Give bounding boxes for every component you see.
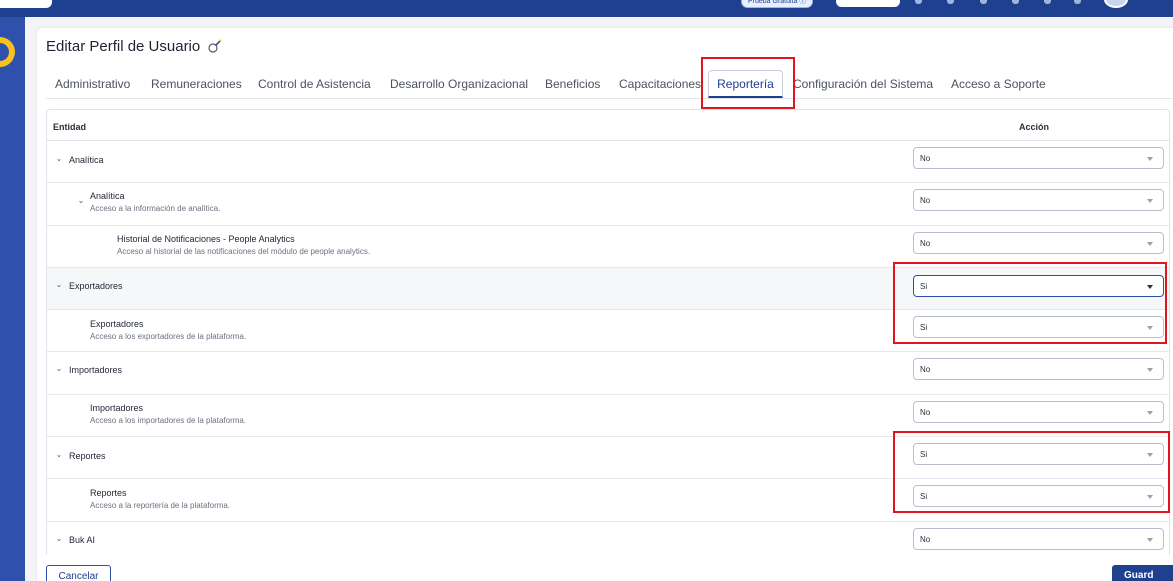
tab-reporteria[interactable]: Reportería xyxy=(708,70,783,98)
entity-description: Acceso al historial de las notificacione… xyxy=(117,247,371,256)
access-select[interactable]: Si xyxy=(913,316,1164,338)
access-select[interactable]: Si xyxy=(913,443,1164,465)
chat-icon[interactable] xyxy=(1012,0,1019,4)
chevron-down-icon[interactable]: ⌄ xyxy=(77,197,85,205)
access-select[interactable]: Si xyxy=(913,485,1164,507)
chevron-down-icon[interactable]: ⌄ xyxy=(55,451,63,459)
settings-icon[interactable] xyxy=(1074,0,1081,4)
table-row: Historial de Notificaciones - People Ana… xyxy=(47,226,1169,268)
tabs-divider xyxy=(46,98,1173,99)
entity-label: Analítica xyxy=(90,191,125,201)
user-avatar[interactable] xyxy=(1104,0,1128,8)
bell-icon[interactable] xyxy=(980,0,987,4)
column-header-entity: Entidad xyxy=(53,122,86,132)
table-row: ⌄ Exportadores Si xyxy=(47,268,1169,310)
tab-configuracion-sistema[interactable]: Configuración del Sistema xyxy=(793,77,933,91)
buk-logo-icon[interactable] xyxy=(0,32,20,72)
caret-down-icon xyxy=(1147,495,1153,499)
table-row: ⌄ Analítica Acceso a la información de a… xyxy=(47,183,1169,226)
table-row: ⌄ Analítica No xyxy=(47,141,1169,183)
tab-remuneraciones[interactable]: Remuneraciones xyxy=(151,77,242,91)
page-title: Editar Perfil de Usuario xyxy=(46,38,201,55)
select-value: No xyxy=(920,154,931,163)
entity-label: Reportes xyxy=(90,488,127,498)
top-left-search[interactable] xyxy=(0,0,52,8)
entity-label: Exportadores xyxy=(69,281,123,291)
caret-down-icon xyxy=(1147,538,1153,542)
caret-down-icon xyxy=(1147,368,1153,372)
table-row: Reportes Acceso a la reportería de la pl… xyxy=(47,479,1169,522)
select-value: Si xyxy=(920,323,928,332)
entity-label: Reportes xyxy=(69,451,106,461)
caret-down-icon xyxy=(1147,453,1153,457)
tab-administrativo[interactable]: Administrativo xyxy=(55,77,130,91)
tab-desarrollo-organizacional[interactable]: Desarrollo Organizacional xyxy=(390,77,528,91)
access-select[interactable]: Si xyxy=(913,275,1164,297)
help-icon[interactable] xyxy=(947,0,954,4)
entity-label: Buk AI xyxy=(69,535,96,545)
entity-label: Analítica xyxy=(69,155,104,165)
entity-label: Historial de Notificaciones - People Ana… xyxy=(117,234,295,244)
entity-label: Exportadores xyxy=(90,319,144,329)
select-value: No xyxy=(920,365,931,374)
table-header: Entidad Acción xyxy=(47,110,1169,141)
top-pill-button[interactable] xyxy=(836,0,900,7)
caret-down-icon xyxy=(1147,157,1153,161)
caret-down-icon xyxy=(1147,242,1153,246)
chevron-down-icon[interactable]: ⌄ xyxy=(55,535,63,543)
table-row: ⌄ Buk AI No xyxy=(47,522,1169,555)
select-value: Si xyxy=(920,282,928,291)
select-value: Si xyxy=(920,492,928,501)
entity-description: Acceso a los exportadores de la platafor… xyxy=(90,332,247,341)
edit-pencil-icon[interactable] xyxy=(207,38,223,54)
tab-capacitaciones[interactable]: Capacitaciones xyxy=(619,77,701,91)
entity-label: Importadores xyxy=(90,403,144,413)
entity-description: Acceso a la reportería de la plataforma. xyxy=(90,501,231,510)
chevron-down-icon[interactable]: ⌄ xyxy=(55,365,63,373)
tab-beneficios[interactable]: Beneficios xyxy=(545,77,600,91)
tab-acceso-soporte[interactable]: Acceso a Soporte xyxy=(951,77,1046,91)
cancel-button[interactable]: Cancelar xyxy=(46,565,111,581)
access-select[interactable]: No xyxy=(913,401,1164,423)
access-select[interactable]: No xyxy=(913,189,1164,211)
top-navbar: Prueba Gratuita ⓘ xyxy=(0,0,1173,17)
access-select[interactable]: No xyxy=(913,147,1164,169)
chevron-down-icon[interactable]: ⌄ xyxy=(55,155,63,163)
entity-description: Acceso a los importadores de la platafor… xyxy=(90,416,247,425)
select-value: Si xyxy=(920,450,928,459)
left-sidebar xyxy=(0,17,25,581)
caret-down-icon xyxy=(1147,411,1153,415)
rocket-icon[interactable] xyxy=(915,0,922,4)
access-select[interactable]: No xyxy=(913,358,1164,380)
table-row: ⌄ Reportes Si xyxy=(47,437,1169,479)
permissions-table: Entidad Acción ⌄ Analítica No ⌄ Analític… xyxy=(46,109,1170,555)
select-value: No xyxy=(920,196,931,205)
caret-down-icon xyxy=(1147,326,1153,330)
grid-icon[interactable] xyxy=(1044,0,1051,4)
table-row: Importadores Acceso a los importadores d… xyxy=(47,395,1169,437)
entity-description: Acceso a la información de analítica. xyxy=(90,204,221,213)
save-button[interactable]: Guard xyxy=(1112,565,1173,581)
caret-down-icon xyxy=(1147,285,1153,289)
select-value: No xyxy=(920,535,931,544)
caret-down-icon xyxy=(1147,199,1153,203)
access-select[interactable]: No xyxy=(913,528,1164,550)
select-value: No xyxy=(920,408,931,417)
column-header-action: Acción xyxy=(1019,122,1050,132)
access-select[interactable]: No xyxy=(913,232,1164,254)
table-row: ⌄ Importadores No xyxy=(47,352,1169,395)
table-row: Exportadores Acceso a los exportadores d… xyxy=(47,310,1169,352)
entity-label: Importadores xyxy=(69,365,123,375)
chevron-down-icon[interactable]: ⌄ xyxy=(55,281,63,289)
select-value: No xyxy=(920,239,931,248)
tab-control-asistencia[interactable]: Control de Asistencia xyxy=(258,77,371,91)
trial-badge[interactable]: Prueba Gratuita ⓘ xyxy=(741,0,814,8)
